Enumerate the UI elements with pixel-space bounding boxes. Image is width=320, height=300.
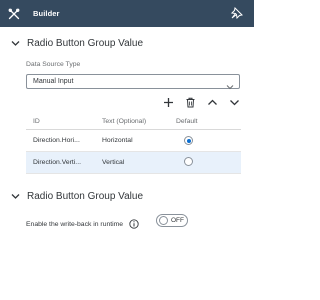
row-text: Vertical: [102, 159, 125, 166]
chevron-down-icon[interactable]: [10, 192, 20, 202]
data-source-type-label: Data Source Type: [26, 61, 81, 68]
radio-values-table: ID Text (Optional) Default Direction.Hor…: [26, 114, 241, 174]
radio-selected-dot: [186, 138, 191, 143]
default-radio[interactable]: [184, 157, 193, 166]
section-title: Radio Button Group Value: [27, 38, 144, 49]
row-id: Direction.Verti...: [33, 159, 81, 166]
table-toolbar: [162, 96, 240, 108]
writeback-switch[interactable]: OFF: [156, 214, 188, 227]
switch-knob: [159, 216, 168, 225]
column-header-id: ID: [33, 118, 40, 125]
section-title: Radio Button Group Value: [27, 191, 144, 202]
info-icon[interactable]: [129, 219, 139, 229]
row-default: [164, 157, 241, 168]
chevron-down-icon[interactable]: [228, 96, 240, 108]
row-default: [164, 136, 241, 145]
trash-icon[interactable]: [184, 96, 196, 108]
switch-state: OFF: [171, 217, 184, 224]
table-header: ID Text (Optional) Default: [26, 114, 241, 130]
table-row[interactable]: Direction.Hori... Horizontal: [26, 130, 241, 152]
table-row[interactable]: Direction.Verti... Vertical: [26, 152, 241, 174]
pin-icon[interactable]: [230, 6, 244, 20]
default-radio[interactable]: [184, 136, 193, 145]
writeback-label: Enable the write-back in runtime: [26, 220, 124, 228]
chevron-down-icon[interactable]: [10, 39, 20, 49]
data-source-value: Manual Input: [33, 78, 74, 85]
section-radio-button-group-value[interactable]: Radio Button Group Value: [10, 38, 143, 49]
wrench-icon[interactable]: [7, 7, 21, 21]
builder-header: Builder: [0, 0, 254, 27]
row-id: Direction.Hori...: [33, 137, 80, 144]
chevron-up-icon[interactable]: [206, 96, 218, 108]
section-radio-button-group-value-2[interactable]: Radio Button Group Value: [10, 191, 143, 202]
writeback-row: Enable the write-back in runtime: [26, 219, 139, 229]
chevron-down-icon[interactable]: [226, 78, 234, 90]
column-header-default: Default: [176, 118, 198, 125]
header-title: Builder: [33, 9, 60, 18]
column-header-text: Text (Optional): [102, 118, 147, 125]
row-text: Horizontal: [102, 137, 133, 144]
data-source-select[interactable]: Manual Input: [26, 74, 240, 90]
plus-icon[interactable]: [162, 96, 174, 108]
